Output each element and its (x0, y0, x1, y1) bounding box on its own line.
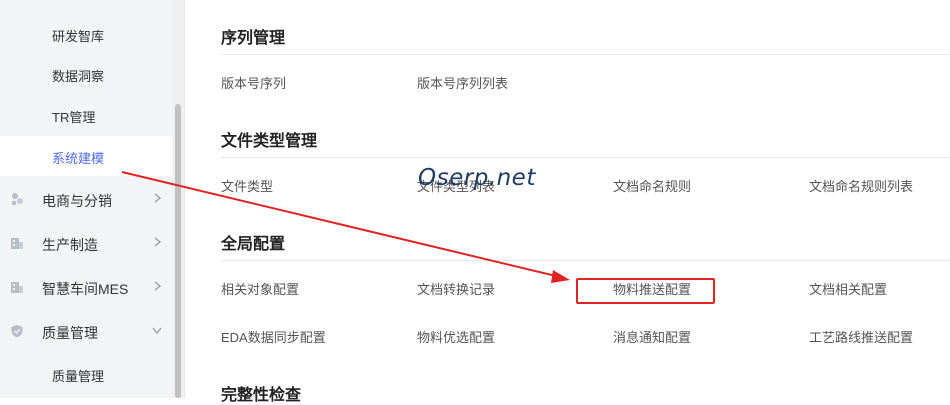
section-title-sequence: 序列管理 (221, 30, 286, 47)
link-version-sequence[interactable]: 版本号序列 (221, 73, 286, 92)
link-doc-conversion-log[interactable]: 文档转换记录 (417, 279, 495, 298)
link-doc-naming-rule[interactable]: 文档命名规则 (613, 176, 691, 195)
sidebar-group-ecommerce[interactable]: 电商与分销 (0, 178, 172, 222)
sidebar-group-quality[interactable]: 质量管理 (0, 310, 172, 354)
divider (221, 157, 950, 158)
highlight-box (576, 278, 715, 304)
sidebar: 研发智库 数据洞察 TR管理 系统建模 电商与分销 生产制造 智慧车间MES 质… (0, 0, 172, 398)
link-file-type[interactable]: 文件类型 (221, 176, 273, 195)
building-icon (11, 238, 23, 249)
shield-icon (11, 325, 23, 338)
chevron-right-icon (154, 193, 162, 203)
link-material-preferred-config[interactable]: 物料优选配置 (417, 327, 495, 346)
sidebar-item-data-insight[interactable]: 数据洞察 (0, 54, 172, 94)
sidebar-item-label: 系统建模 (52, 151, 105, 166)
divider (221, 54, 950, 55)
link-version-sequence-list[interactable]: 版本号序列列表 (417, 73, 508, 92)
sidebar-item-label: 数据洞察 (52, 69, 105, 84)
sidebar-item-tr-management[interactable]: TR管理 (0, 95, 172, 135)
sidebar-group-label: 电商与分销 (42, 193, 112, 209)
sidebar-item-label: 研发智库 (52, 29, 105, 44)
chevron-down-icon (152, 327, 162, 335)
building-icon (11, 282, 23, 293)
link-related-object-config[interactable]: 相关对象配置 (221, 279, 299, 298)
section-title-file-type: 文件类型管理 (221, 133, 318, 150)
sidebar-item-quality-management[interactable]: 质量管理 (0, 354, 172, 394)
sidebar-item-rd-library[interactable]: 研发智库 (0, 14, 172, 54)
link-doc-related-config[interactable]: 文档相关配置 (809, 279, 887, 298)
section-title-integrity-check: 完整性检查 (221, 387, 302, 404)
sidebar-group-mes[interactable]: 智慧车间MES (0, 266, 172, 310)
scrollbar-thumb[interactable] (175, 104, 181, 398)
watermark-text: Oserp.net (418, 165, 536, 191)
chevron-right-icon (154, 281, 162, 291)
divider (221, 260, 950, 261)
sidebar-group-label: 生产制造 (42, 237, 98, 253)
chevron-right-icon (154, 237, 162, 247)
sidebar-scrollbar[interactable] (172, 0, 185, 398)
sidebar-item-label: 质量管理 (52, 369, 105, 384)
link-routing-push-config[interactable]: 工艺路线推送配置 (809, 327, 913, 346)
section-title-global-config: 全局配置 (221, 236, 286, 253)
people-icon (11, 193, 23, 206)
sidebar-group-production[interactable]: 生产制造 (0, 222, 172, 266)
link-message-notify-config[interactable]: 消息通知配置 (613, 327, 691, 346)
link-doc-naming-rule-list[interactable]: 文档命名规则列表 (809, 176, 913, 195)
link-eda-sync-config[interactable]: EDA数据同步配置 (221, 327, 326, 346)
sidebar-group-label: 质量管理 (42, 325, 98, 341)
sidebar-group-label: 智慧车间MES (42, 281, 129, 297)
main-content: 序列管理 版本号序列 版本号序列列表 文件类型管理 文件类型 文件类型列表 文档… (185, 0, 950, 404)
sidebar-item-label: TR管理 (52, 110, 96, 125)
sidebar-item-system-modeling[interactable]: 系统建模 (0, 136, 172, 176)
